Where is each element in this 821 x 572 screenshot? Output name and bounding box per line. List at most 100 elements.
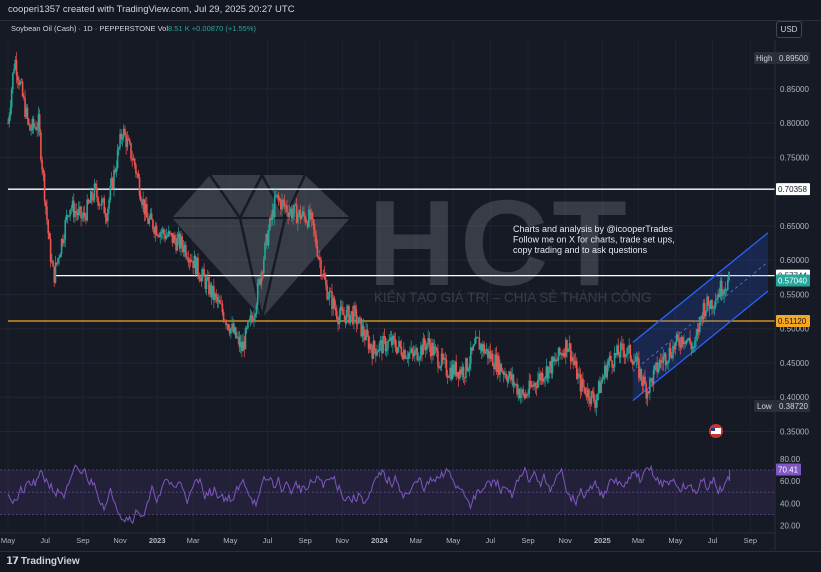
candle <box>316 246 319 257</box>
candle <box>698 317 701 333</box>
candle <box>311 212 314 220</box>
candle <box>333 297 336 308</box>
candle <box>662 356 665 364</box>
candle <box>124 128 126 135</box>
candle <box>127 138 130 141</box>
level-label: 0.70358 <box>778 185 807 194</box>
candle <box>245 328 248 329</box>
candle <box>277 194 280 200</box>
candle <box>437 350 439 367</box>
candle <box>230 327 232 334</box>
candle <box>356 323 359 325</box>
candle <box>396 346 399 353</box>
price-chart[interactable]: HCTKIẾN TẠO GIÁ TRỊ – CHIA SẺ THÀNH CÔNG… <box>0 0 821 571</box>
candle <box>254 314 257 318</box>
candle <box>694 340 696 348</box>
candle <box>30 130 32 132</box>
candle <box>58 257 60 259</box>
annotation-line3: copy trading and to ask questions <box>513 245 648 255</box>
candle <box>32 118 35 127</box>
candle <box>399 341 401 347</box>
candle <box>96 187 98 198</box>
candle <box>234 327 237 338</box>
level-label: 0.51120 <box>778 317 807 326</box>
candle <box>657 367 660 373</box>
candle <box>338 315 341 325</box>
candle <box>678 338 680 346</box>
time-tick-label: May <box>668 536 682 545</box>
candle <box>27 118 30 125</box>
candle <box>300 215 303 220</box>
candle <box>116 149 119 169</box>
candle <box>86 199 88 221</box>
price-tick-label: 0.85000 <box>780 85 809 94</box>
candle <box>283 201 286 206</box>
candle <box>377 350 380 353</box>
candle <box>113 169 115 189</box>
candle <box>473 343 476 346</box>
watermark-slogan: KIẾN TẠO GIÁ TRỊ – CHIA SẺ THÀNH CÔNG <box>374 290 652 305</box>
candle <box>317 256 320 258</box>
candle <box>607 360 610 366</box>
candle <box>357 317 360 324</box>
candle <box>376 352 378 356</box>
time-tick-label: Jul <box>708 536 718 545</box>
candle <box>666 363 668 365</box>
candle <box>725 290 728 291</box>
candle <box>128 140 131 144</box>
price-tick-label: 0.65000 <box>780 222 809 231</box>
time-tick-label: Jul <box>263 536 273 545</box>
candle <box>150 213 153 220</box>
candle <box>629 344 632 359</box>
diamond-logo-icon <box>172 175 350 318</box>
candle <box>15 59 18 76</box>
candle <box>439 366 442 369</box>
candle <box>527 393 529 396</box>
candle <box>355 309 358 325</box>
candle <box>572 357 574 361</box>
candle <box>203 268 205 277</box>
candle <box>500 363 503 372</box>
candle <box>36 128 39 130</box>
candle <box>385 348 388 352</box>
candle <box>197 257 199 275</box>
candle <box>70 208 73 210</box>
candle <box>484 351 487 354</box>
candle <box>221 303 224 313</box>
candle <box>185 244 187 257</box>
price-tick-label: 0.80000 <box>780 119 809 128</box>
candle <box>49 238 52 262</box>
candle <box>146 204 148 218</box>
candle <box>409 352 411 354</box>
candle <box>312 219 315 230</box>
tradingview-icon: 𝟭𝟳 <box>6 556 19 567</box>
candle <box>593 393 595 402</box>
candle <box>667 360 669 364</box>
candle <box>400 346 403 356</box>
candle <box>54 262 57 283</box>
candle <box>87 199 90 203</box>
candle <box>326 285 328 300</box>
time-tick-label: 2025 <box>594 536 611 545</box>
candle <box>97 197 99 206</box>
time-tick-label: 2024 <box>371 536 389 545</box>
tradingview-logo[interactable]: 𝟭𝟳 TradingView <box>6 556 80 567</box>
candle <box>418 357 421 360</box>
candle <box>370 343 372 350</box>
candle <box>468 363 471 369</box>
candle <box>627 347 629 355</box>
time-tick-label: 2023 <box>149 536 166 545</box>
candle <box>611 360 613 368</box>
candle <box>198 274 201 279</box>
candle <box>340 306 343 310</box>
candle <box>434 346 437 349</box>
candle <box>282 199 285 202</box>
candle <box>373 341 376 350</box>
candle <box>100 199 103 206</box>
candle <box>622 343 624 351</box>
price-tick-label: 0.35000 <box>780 427 809 436</box>
candle <box>602 376 605 380</box>
candle <box>244 328 247 350</box>
candle <box>109 185 112 200</box>
candle <box>417 359 420 361</box>
